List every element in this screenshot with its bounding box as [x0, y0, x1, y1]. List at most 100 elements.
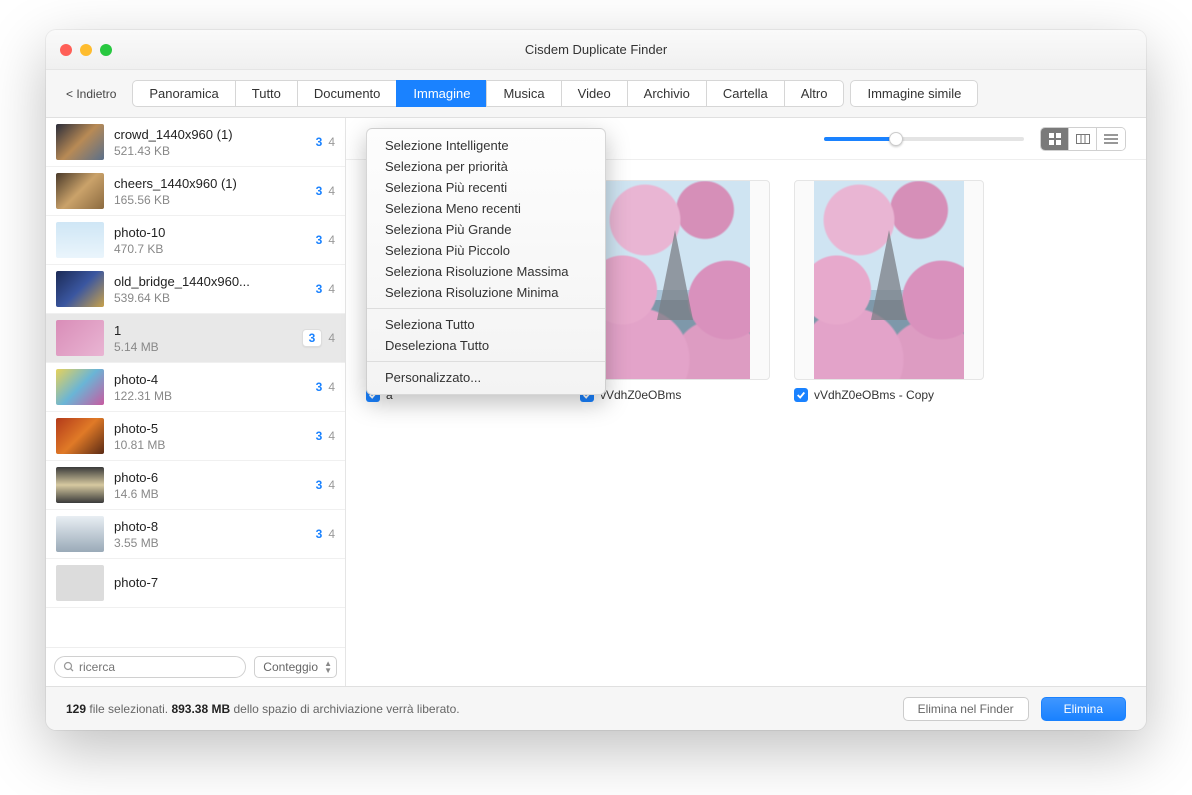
item-meta: 15.14 MB [114, 323, 292, 354]
file-name: photo-10 [114, 225, 306, 240]
file-name: 1 [114, 323, 292, 338]
body: crowd_1440x960 (1) 521.43 KB 34 cheers_1440… [46, 118, 1146, 686]
list-item[interactable]: photo-83.55 MB 34 [46, 510, 345, 559]
file-name: photo-8 [114, 519, 306, 534]
zoom-window-icon[interactable] [100, 44, 112, 56]
list-item[interactable]: photo-7 [46, 559, 345, 608]
file-size: 470.7 KB [114, 242, 306, 256]
item-meta: crowd_1440x960 (1) 521.43 KB [114, 127, 306, 158]
search-field[interactable] [54, 656, 246, 678]
file-name: crowd_1440x960 (1) [114, 127, 306, 142]
menu-item[interactable]: Seleziona Meno recenti [367, 198, 605, 219]
dup-counts: 34 [316, 429, 335, 443]
sort-label: Conteggio [263, 660, 318, 674]
list-item[interactable]: photo-4122.31 MB34 [46, 363, 345, 412]
close-window-icon[interactable] [60, 44, 72, 56]
menu-item[interactable]: Seleziona per priorità [367, 156, 605, 177]
back-button[interactable]: < Indietro [60, 83, 122, 105]
thumbnail-icon [56, 369, 104, 405]
tab-panoramica[interactable]: Panoramica [132, 80, 234, 107]
status-text: 129 file selezionati. 893.38 MB dello sp… [66, 702, 460, 716]
thumbnail-icon [56, 320, 104, 356]
sort-select[interactable]: Conteggio ▲▼ [254, 656, 337, 678]
thumbnail-size-slider[interactable] [824, 137, 1024, 141]
thumbnail-image [794, 180, 984, 380]
category-tabs: PanoramicaTuttoDocumentoImmagineMusicaVi… [132, 80, 978, 107]
tab-immagine[interactable]: Immagine [396, 80, 486, 107]
tab-video[interactable]: Video [561, 80, 627, 107]
dup-counts: 34 [316, 478, 335, 492]
tab-similar-images[interactable]: Immagine simile [850, 80, 978, 107]
toolbar: < Indietro PanoramicaTuttoDocumentoImmag… [46, 70, 1146, 118]
menu-item[interactable]: Seleziona Tutto [367, 314, 605, 335]
file-size: 539.64 KB [114, 291, 306, 305]
slider-knob-icon[interactable] [889, 132, 903, 146]
thumbnail-icon [56, 565, 104, 601]
file-name: photo-5 [114, 421, 306, 436]
list-item[interactable]: photo-5 10.81 MB 34 [46, 412, 345, 461]
menu-item[interactable]: Selezione Intelligente [367, 135, 605, 156]
window-title: Cisdem Duplicate Finder [46, 42, 1146, 57]
thumbnail-icon [56, 418, 104, 454]
menu-item[interactable]: Seleziona Più Piccolo [367, 240, 605, 261]
tab-cartella[interactable]: Cartella [706, 80, 784, 107]
file-size: 521.43 KB [114, 144, 306, 158]
dup-counts: 34 [316, 233, 335, 247]
selection-dropdown-menu[interactable]: Selezione IntelligenteSeleziona per prio… [366, 128, 606, 395]
tab-archivio[interactable]: Archivio [627, 80, 706, 107]
file-size: 10.81 MB [114, 438, 306, 452]
list-item[interactable]: 15.14 MB 34 [46, 314, 345, 363]
dup-counts: 34 [302, 329, 335, 347]
search-input[interactable] [79, 660, 237, 674]
dup-counts: 34 [316, 527, 335, 541]
main-panel: avVdhZ0eOBmsvVdhZ0eOBms - Copy Selezione… [346, 118, 1146, 686]
duplicate-group-list[interactable]: crowd_1440x960 (1) 521.43 KB 34 cheers_1440… [46, 118, 345, 647]
view-mode-segment [1040, 127, 1126, 151]
menu-item[interactable]: Seleziona Risoluzione Minima [367, 282, 605, 303]
thumbnail-card[interactable]: vVdhZ0eOBms [580, 180, 770, 402]
sidebar-footer: Conteggio ▲▼ [46, 647, 345, 686]
thumbnail-icon [56, 173, 104, 209]
item-meta: old_bridge_1440x960... 539.64 KB [114, 274, 306, 305]
item-meta: photo-83.55 MB [114, 519, 306, 550]
menu-item[interactable]: Personalizzato... [367, 367, 605, 388]
menu-item[interactable]: Deseleziona Tutto [367, 335, 605, 356]
thumbnail-card[interactable]: vVdhZ0eOBms - Copy [794, 180, 984, 402]
list-item[interactable]: cheers_1440x960 (1)165.56 KB34 [46, 167, 345, 216]
delete-button[interactable]: Elimina [1041, 697, 1126, 721]
minimize-window-icon[interactable] [80, 44, 92, 56]
selected-count: 129 [66, 702, 86, 716]
item-meta: photo-10 470.7 KB [114, 225, 306, 256]
status-bar: 129 file selezionati. 893.38 MB dello sp… [46, 686, 1146, 730]
columns-view-button[interactable] [1069, 128, 1097, 150]
file-name: old_bridge_1440x960... [114, 274, 306, 289]
sort-arrows-icon: ▲▼ [324, 660, 332, 674]
tab-altro[interactable]: Altro [784, 80, 845, 107]
tab-tutto[interactable]: Tutto [235, 80, 297, 107]
tab-musica[interactable]: Musica [486, 80, 560, 107]
list-item[interactable]: old_bridge_1440x960... 539.64 KB 34 [46, 265, 345, 314]
thumbnail-image [580, 180, 770, 380]
list-view-button[interactable] [1097, 128, 1125, 150]
checkbox[interactable] [794, 388, 808, 402]
menu-item[interactable]: Seleziona Risoluzione Massima [367, 261, 605, 282]
menu-item[interactable]: Seleziona Più recenti [367, 177, 605, 198]
dup-counts: 34 [316, 380, 335, 394]
list-item[interactable]: photo-614.6 MB 34 [46, 461, 345, 510]
dup-counts: 34 [316, 135, 335, 149]
list-item[interactable]: photo-10 470.7 KB 34 [46, 216, 345, 265]
traffic-lights [60, 44, 112, 56]
delete-in-finder-button[interactable]: Elimina nel Finder [903, 697, 1029, 721]
dup-counts: 34 [316, 282, 335, 296]
file-name: photo-4 [114, 372, 306, 387]
grid-view-button[interactable] [1041, 128, 1069, 150]
file-size: 165.56 KB [114, 193, 306, 207]
list-item[interactable]: crowd_1440x960 (1) 521.43 KB 34 [46, 118, 345, 167]
menu-item[interactable]: Seleziona Più Grande [367, 219, 605, 240]
item-meta: cheers_1440x960 (1)165.56 KB [114, 176, 306, 207]
item-meta: photo-614.6 MB [114, 470, 306, 501]
card-label: vVdhZ0eOBms - Copy [794, 388, 984, 402]
status-label-2: dello spazio di archiviazione verrà libe… [233, 702, 459, 716]
card-filename: vVdhZ0eOBms [600, 388, 681, 402]
tab-documento[interactable]: Documento [297, 80, 396, 107]
